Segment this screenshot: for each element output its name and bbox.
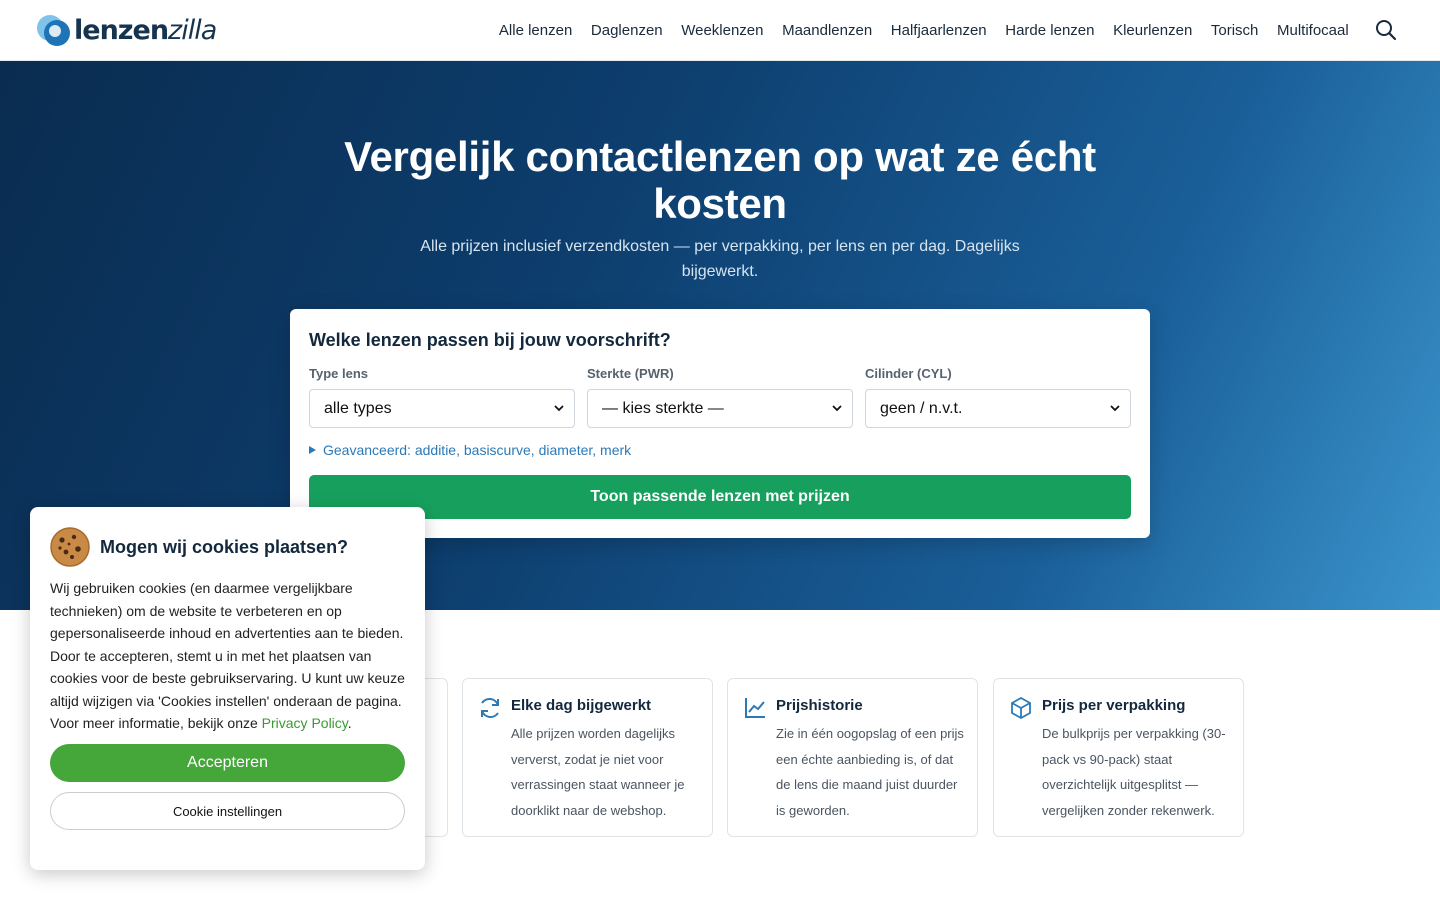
privacy-policy-link[interactable]: Privacy Policy [262, 715, 348, 731]
cookie-title: Mogen wij cookies plaatsen? [100, 537, 349, 557]
nav-kleurlenzen[interactable]: Kleurlenzen [1104, 22, 1202, 39]
sterkte-label: Sterkte (PWR) [587, 366, 674, 381]
cookie-body: Wij gebruiken cookies (en daarmee vergel… [50, 580, 405, 731]
finder-title: Welke lenzen passen bij jouw voorschrift… [309, 330, 671, 350]
nav-weeklenzen[interactable]: Weeklenzen [672, 22, 773, 39]
logo-icon [37, 15, 70, 46]
logo-text-secondary: zilla [168, 14, 217, 46]
nav-maandlenzen[interactable]: Maandlenzen [773, 22, 882, 39]
refresh-icon [481, 698, 499, 718]
cilinder-label: Cilinder (CYL) [865, 366, 952, 381]
feature-title: Prijshistorie [776, 697, 863, 714]
nav-torisch[interactable]: Torisch [1202, 22, 1268, 39]
show-lenses-button[interactable]: Toon passende lenzen met prijzen [309, 475, 1131, 519]
cookie-settings-button[interactable]: Cookie instellingen [50, 792, 405, 830]
cookie-dialog: Mogen wij cookies plaatsen? Wij gebruike… [30, 507, 425, 870]
feature-title: Prijs per verpakking [1042, 697, 1186, 714]
box-icon [1011, 696, 1031, 720]
type-lens-select[interactable]: alle types [309, 389, 575, 428]
cookie-text: Wij gebruiken cookies (en daarmee vergel… [50, 577, 410, 735]
triangle-right-icon [309, 446, 316, 454]
feature-card-package: Prijs per verpakking De bulkprijs per ve… [993, 678, 1244, 837]
nav-daglenzen[interactable]: Daglenzen [582, 22, 672, 39]
nav-harde-lenzen[interactable]: Harde lenzen [996, 22, 1104, 39]
accept-cookies-button[interactable]: Accepteren [50, 744, 405, 782]
main-nav: Alle lenzen Daglenzen Weeklenzen Maandle… [490, 0, 1358, 60]
cookie-icon [50, 527, 90, 567]
chevron-down-icon [1110, 405, 1120, 412]
sterkte-value: — kies sterkte — [602, 400, 724, 417]
feature-card-updated: Elke dag bijgewerkt Alle prijzen worden … [462, 678, 713, 837]
nav-alle-lenzen[interactable]: Alle lenzen [490, 22, 582, 39]
field-type-lens: Type lens alle types [309, 366, 575, 428]
feature-text: De bulkprijs per verpakking (30-pack vs … [1042, 726, 1226, 819]
advanced-toggle[interactable]: Geavanceerd: additie, basiscurve, diamet… [309, 442, 631, 458]
nav-multifocaal[interactable]: Multifocaal [1268, 22, 1358, 39]
lens-finder: Welke lenzen passen bij jouw voorschrift… [290, 309, 1150, 538]
chevron-down-icon [832, 405, 842, 412]
site-header: lenzen zilla Alle lenzen Daglenzen Weekl… [0, 0, 1440, 61]
feature-text: Zie in één oogopslag of een prijs een éc… [776, 726, 964, 819]
nav-halfjaarlenzen[interactable]: Halfjaarlenzen [881, 22, 995, 39]
sterkte-select[interactable]: — kies sterkte — [587, 389, 853, 428]
field-cilinder: Cilinder (CYL) geen / n.v.t. [865, 366, 1131, 428]
logo-text-primary: lenzen [74, 14, 169, 46]
chevron-down-icon [554, 405, 564, 412]
cilinder-select[interactable]: geen / n.v.t. [865, 389, 1131, 428]
field-sterkte: Sterkte (PWR) — kies sterkte — [587, 366, 853, 428]
type-lens-value: alle types [324, 400, 392, 417]
search-icon[interactable] [1374, 18, 1398, 42]
hero-title: Vergelijk contactlenzen op wat ze écht k… [344, 133, 1096, 227]
type-lens-label: Type lens [309, 366, 369, 381]
feature-text: Alle prijzen worden dagelijks ververst, … [511, 726, 685, 819]
cookie-text-end: . [347, 715, 352, 731]
logo[interactable]: lenzen zilla [34, 8, 217, 52]
hero-subtitle: Alle prijzen inclusief verzendkosten — p… [420, 238, 1020, 280]
cilinder-value: geen / n.v.t. [880, 400, 963, 417]
feature-card-history: Prijshistorie Zie in één oogopslag of ee… [727, 678, 978, 837]
chart-line-icon [745, 698, 765, 718]
feature-title: Elke dag bijgewerkt [511, 697, 652, 714]
advanced-label: Geavanceerd: additie, basiscurve, diamet… [323, 442, 632, 458]
